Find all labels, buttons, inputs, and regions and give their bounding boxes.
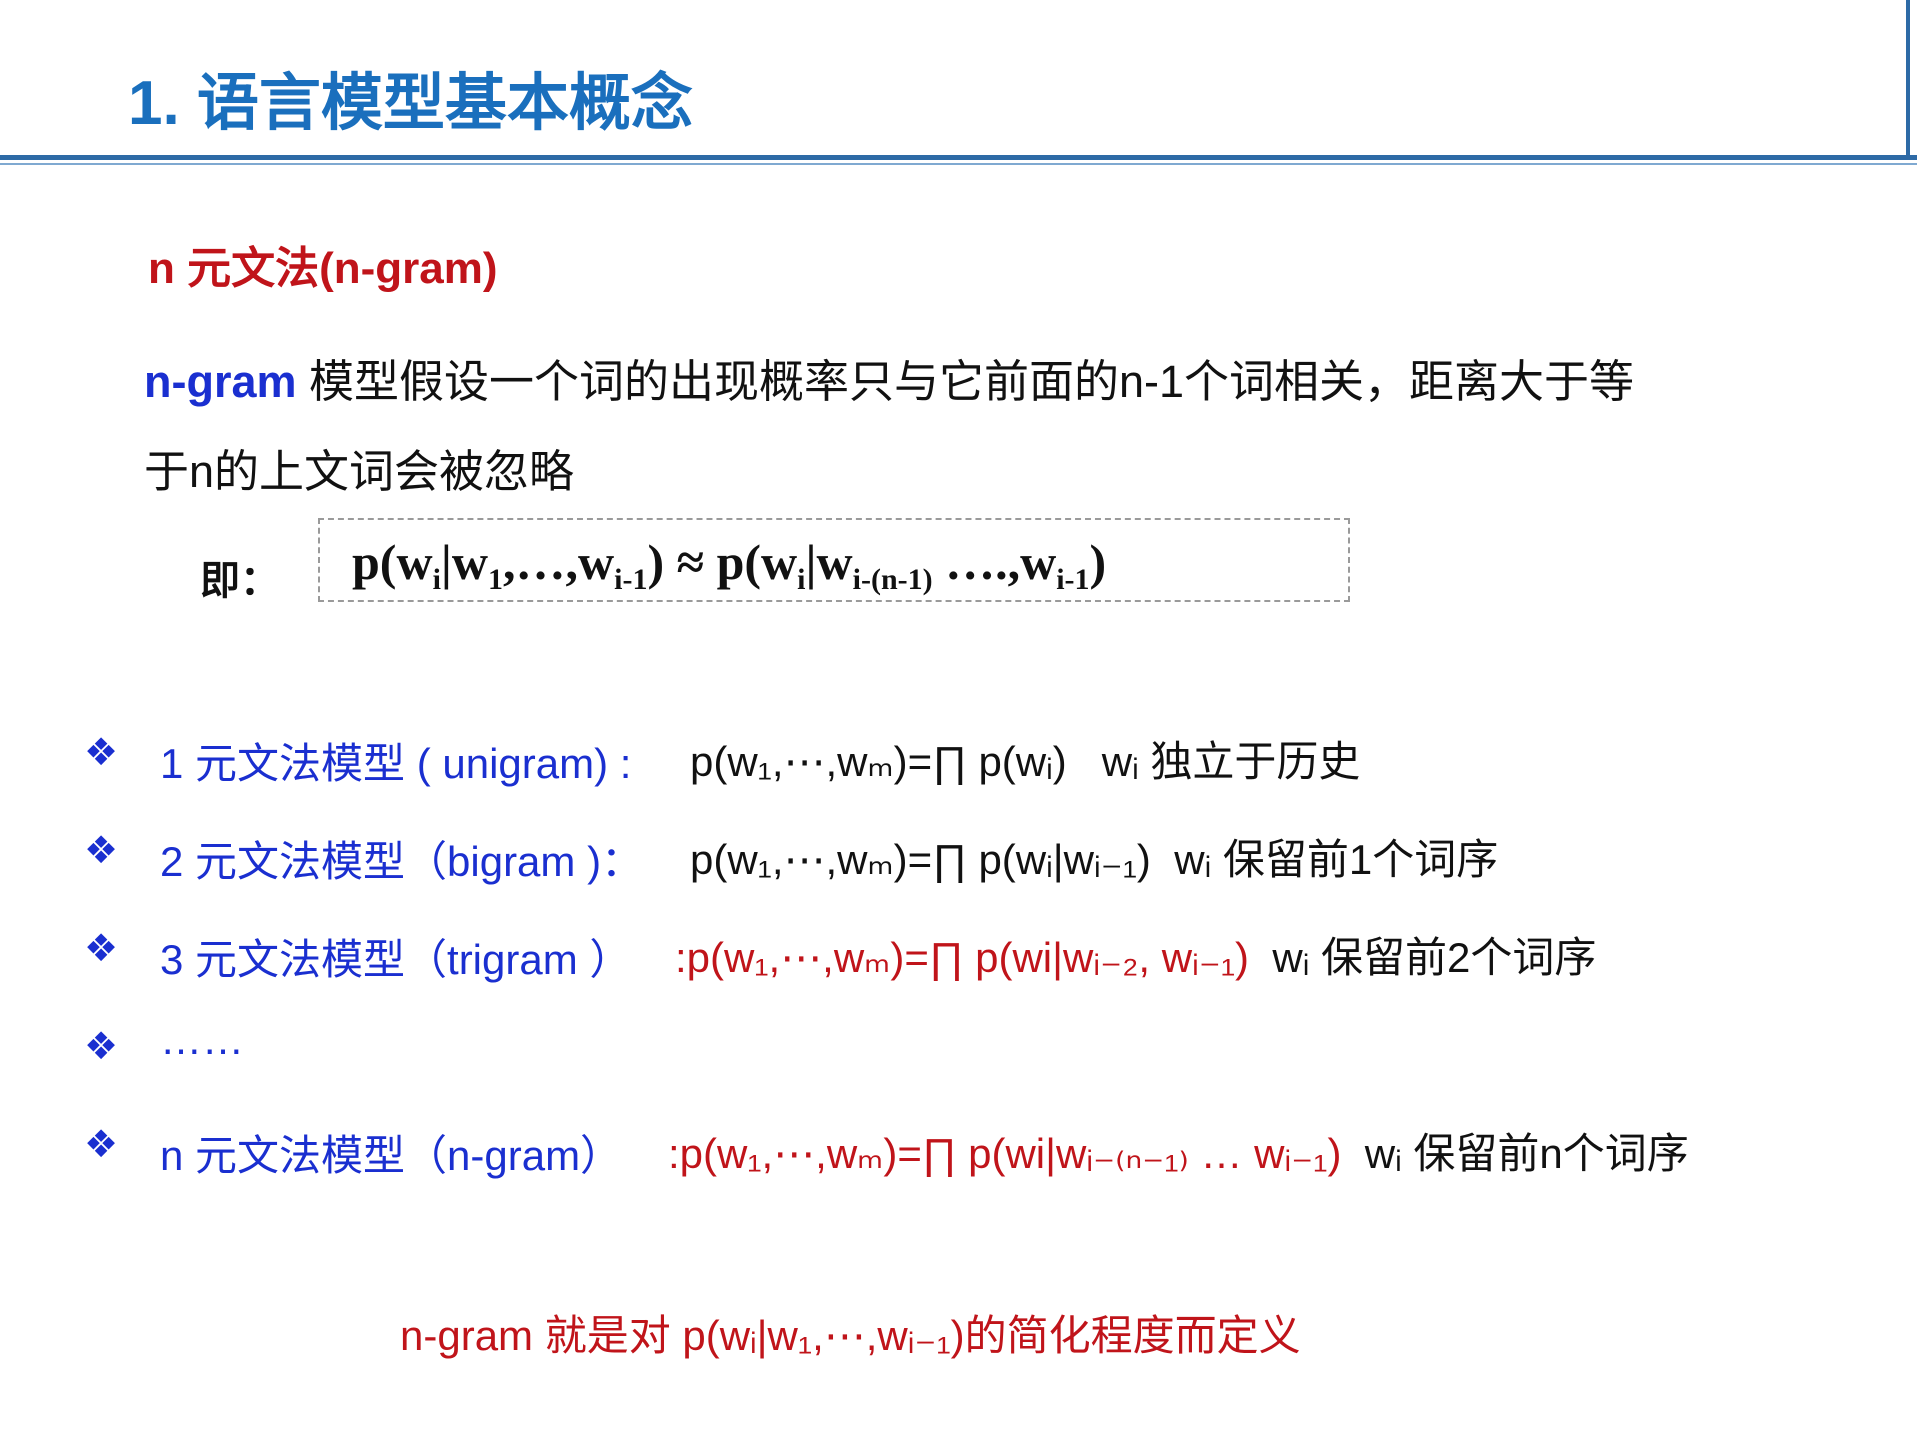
item-2-label: 2 元文法模型（bigram )：: [160, 838, 644, 885]
four-diamond-bullet-icon: ❖: [84, 830, 119, 872]
description-text: 模型假设一个词的出现概率只与它前面的n-1个词相关，距离大于等: [296, 356, 1635, 407]
item-4-label: ……: [160, 1016, 244, 1063]
description-line-1: n-gram 模型假设一个词的出现概率只与它前面的n-1个词相关，距离大于等: [144, 345, 1794, 410]
item-3-label: 3 元文法模型（trigram ）: [160, 936, 632, 983]
four-diamond-bullet-icon: ❖: [84, 1124, 119, 1166]
item-5-label: n 元文法模型（n-gram）: [160, 1132, 623, 1179]
slide-title: 1. 语言模型基本概念: [128, 69, 693, 138]
four-diamond-bullet-icon: ❖: [84, 732, 119, 774]
description-keyword: n-gram: [144, 356, 297, 407]
subtitle: n 元文法(n-gram): [148, 244, 498, 293]
main-formula: p(wi|w1,…,wi-1) ≈ p(wi|wi-(n-1) ….,wi-1): [352, 534, 1107, 596]
four-diamond-bullet-icon: ❖: [84, 928, 119, 970]
four-diamond-bullet-icon: ❖: [84, 1026, 119, 1068]
title-rule: [0, 155, 1917, 160]
item-5-formula: :p(w₁,⋯,wₘ)=∏ p(wi|wᵢ₋₍ₙ₋₁₎ … wᵢ₋₁) wᵢ 保…: [668, 1130, 1689, 1177]
item-1-label: 1 元文法模型 ( unigram) :: [160, 740, 632, 787]
description-line-2: 于n的上文词会被忽略: [144, 446, 575, 497]
item-3-formula: :p(w₁,⋯,wₘ)=∏ p(wi|wᵢ₋₂, wᵢ₋₁) wᵢ 保留前2个词…: [675, 934, 1597, 981]
title-rule-thin: [0, 163, 1917, 165]
conclusion: n-gram 就是对 p(wᵢ|w₁,⋯,wᵢ₋₁)的简化程度而定义: [400, 1312, 1301, 1359]
formula-prefix: 即：: [200, 559, 280, 603]
item-1-formula: p(w₁,⋯,wₘ)=∏ p(wᵢ) wᵢ 独立于历史: [690, 738, 1361, 785]
item-2-formula: p(w₁,⋯,wₘ)=∏ p(wᵢ|wᵢ₋₁) wᵢ 保留前1个词序: [690, 836, 1499, 883]
right-edge-bar: [1906, 0, 1910, 160]
